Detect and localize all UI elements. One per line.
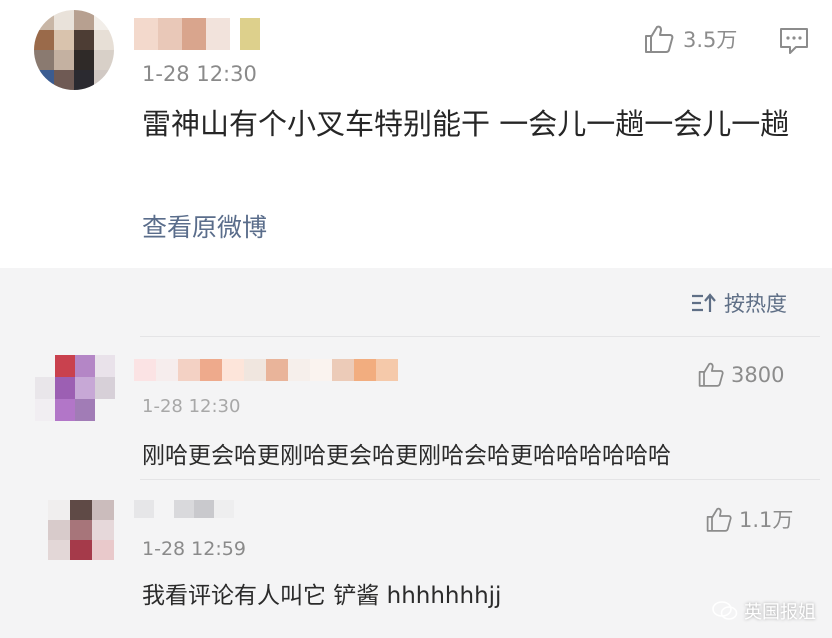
- sort-label: 按热度: [724, 292, 787, 316]
- post-time: 1-28 12:30: [142, 62, 257, 86]
- comment-avatar[interactable]: [35, 355, 115, 421]
- post-text: 雷神山有个小叉车特别能干 一会儿一趟一会儿一趟: [142, 107, 790, 141]
- comment-text: 刚哈更会哈更刚哈更会哈更刚哈会哈更哈哈哈哈哈哈: [142, 443, 671, 469]
- comment-like-button[interactable]: 1.1万: [705, 504, 793, 534]
- watermark-text: 英国报姐: [744, 602, 816, 623]
- comment-username[interactable]: [134, 359, 398, 381]
- post-username[interactable]: [134, 18, 260, 50]
- thumbs-up-icon: [645, 25, 674, 53]
- divider: [140, 336, 820, 337]
- comment-like-button[interactable]: 3800: [697, 361, 784, 388]
- post-like-count: 3.5万: [683, 28, 738, 52]
- comment-icon[interactable]: [779, 27, 809, 55]
- post-avatar[interactable]: [34, 10, 114, 90]
- wechat-icon: [712, 601, 738, 620]
- comment-text: 我看评论有人叫它 铲酱 hhhhhhhjj: [142, 583, 502, 609]
- post-card: 1-28 12:30 3.5万 雷神山有个小叉车特别能干 一会儿一趟一会儿一趟 …: [0, 0, 832, 268]
- thumbs-up-icon: [706, 507, 732, 532]
- view-original-link[interactable]: 查看原微博: [142, 208, 267, 244]
- comment-time: 1-28 12:59: [142, 538, 246, 560]
- divider: [140, 479, 820, 480]
- comment-time: 1-28 12:30: [142, 396, 241, 417]
- watermark: 英国报姐: [712, 598, 816, 624]
- thumbs-up-icon: [698, 362, 724, 387]
- comment-like-count: 3800: [731, 362, 785, 387]
- comment-username[interactable]: [134, 500, 234, 518]
- comment-avatar[interactable]: [48, 500, 114, 560]
- sort-icon: [692, 293, 716, 312]
- sort-button[interactable]: 按热度: [690, 288, 787, 318]
- post-like-button[interactable]: 3.5万: [643, 24, 737, 54]
- comment-like-count: 1.1万: [739, 508, 794, 532]
